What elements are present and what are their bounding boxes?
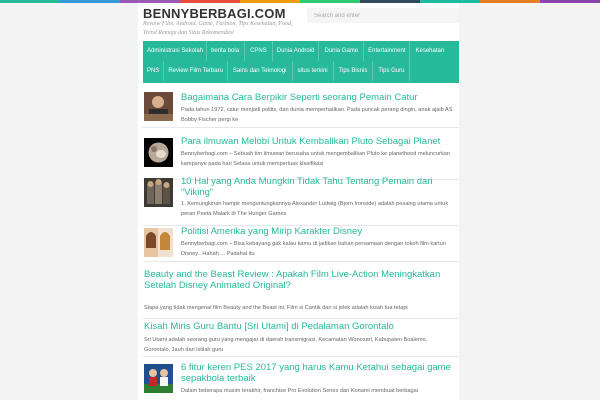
post-item: Beauty and the Beast Review : Apakah Fil…: [143, 269, 459, 319]
nav-item-tips-bisnis[interactable]: Tips Bisnis: [334, 61, 374, 81]
post-excerpt: Pada tahun 1972, catur menjadi politis, …: [181, 107, 453, 123]
post-item: Bagaimana Cara Berpikir Seperti seorang …: [143, 92, 459, 128]
pluto-thumbnail[interactable]: [144, 138, 173, 167]
post-title-link[interactable]: Para ilmuwan Melobi Untuk Kembalikan Plu…: [181, 136, 459, 147]
post-title-link[interactable]: Kisah Miris Guru Bantu [Sri Utami] di Pe…: [144, 321, 460, 332]
disney-politicians-thumbnail[interactable]: [144, 228, 173, 257]
post-item: Kisah Miris Guru Bantu [Sri Utami] di Pe…: [143, 321, 459, 357]
post-item: 6 fitur keren PES 2017 yang harus Kamu K…: [143, 362, 459, 400]
site-logo[interactable]: BENNYBERBAGI.COM: [143, 6, 286, 21]
vikings-thumbnail[interactable]: [144, 178, 173, 207]
post-item: 10 Hal yang Anda Mungkin Tidak Tahu Tent…: [143, 176, 459, 226]
post-title-link[interactable]: 10 Hal yang Anda Mungkin Tidak Tahu Tent…: [181, 176, 459, 198]
chess-player-thumbnail[interactable]: [144, 92, 173, 121]
nav-item-dunia-game[interactable]: Dunia Game: [319, 41, 365, 61]
nav-item-sains-dan-teknologi[interactable]: Sains dan Teknologi: [228, 61, 293, 81]
nav-item-kesehatan[interactable]: Kesehatan: [410, 41, 449, 61]
nav-item-berita-bola[interactable]: berita bola: [207, 41, 246, 61]
nav-item-situs-terkini[interactable]: situs terkini: [293, 61, 334, 81]
post-excerpt: Sri Utami adalah seorang guru yang menga…: [144, 337, 428, 353]
post-title-link[interactable]: Politisi Amerika yang Mirip Karakter Dis…: [181, 226, 459, 237]
nav-item-cpns[interactable]: CPNS: [245, 41, 273, 61]
post-title-link[interactable]: Bagaimana Cara Berpikir Seperti seorang …: [181, 92, 459, 103]
post-excerpt: Siapa yang tidak mengenal film Beauty an…: [144, 305, 408, 311]
post-title-link[interactable]: Beauty and the Beast Review : Apakah Fil…: [144, 269, 460, 291]
nav-item-dunia-android[interactable]: Dunia Android: [273, 41, 320, 61]
nav-item-pns[interactable]: PNS: [143, 61, 165, 81]
nav-item-tips-guru[interactable]: Tips Guru: [373, 61, 411, 81]
post-excerpt: Bennyberbagi.com – Bisa kebayang gak kal…: [181, 241, 446, 257]
post-item: Para ilmuwan Melobi Untuk Kembalikan Plu…: [143, 136, 459, 180]
site-tagline: Review Film, Android, Game, Fashion, Tip…: [143, 21, 293, 36]
nav-item-entertainment[interactable]: Entertainment: [364, 41, 411, 61]
main-navigation: Administrasi Sekolah berita bola CPNS Du…: [143, 41, 459, 94]
post-excerpt: Dalam beberapa musim terakhir, franchise…: [181, 388, 418, 394]
search-input[interactable]: [307, 8, 459, 23]
post-title-link[interactable]: 6 fitur keren PES 2017 yang harus Kamu K…: [181, 362, 459, 384]
nav-item-administrasi-sekolah[interactable]: Administrasi Sekolah: [143, 41, 208, 61]
nav-item-review-film-terbaru[interactable]: Review Film Terbaru: [164, 61, 228, 81]
pes-2017-thumbnail[interactable]: [144, 364, 173, 393]
post-excerpt: 1. Kemungkinan hampir menguntungkannya A…: [181, 201, 449, 217]
post-excerpt: Bennyberbagi.com – Sebuah tim ilmuwan be…: [181, 151, 450, 167]
post-item: Politisi Amerika yang Mirip Karakter Dis…: [143, 226, 459, 262]
